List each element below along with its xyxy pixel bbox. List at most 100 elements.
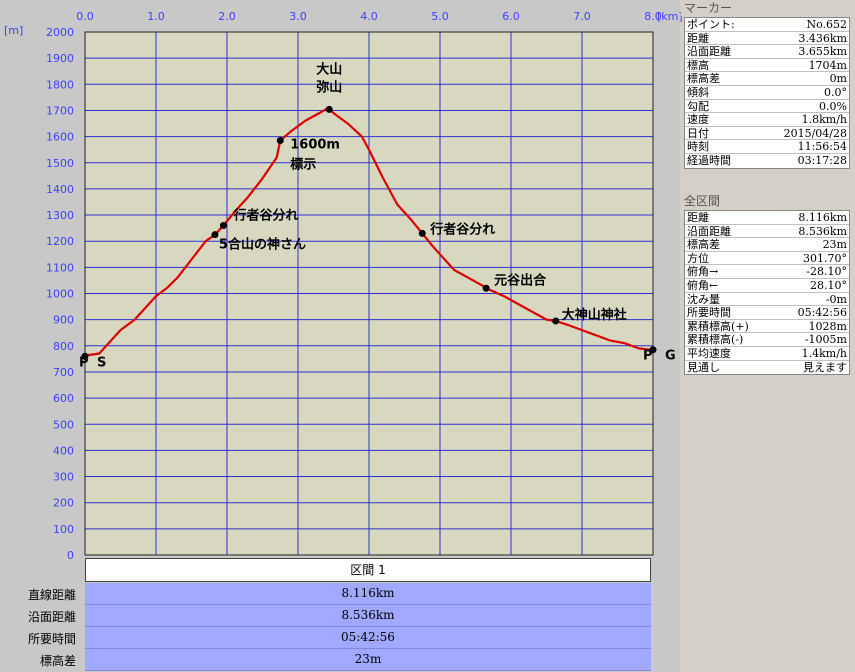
info-row: 沈み量 -0m bbox=[685, 293, 849, 307]
x-tick-label: 5.0 bbox=[431, 10, 449, 23]
annotation-label: 標示 bbox=[290, 157, 316, 173]
annotation-label: 大山 bbox=[316, 61, 342, 77]
marker-panel: ポイント: No.652 距離 3.436km 沿面距離 3.655km 標高 1704m 標高… bbox=[684, 17, 850, 169]
info-row-label: 日付 bbox=[687, 126, 709, 140]
y-tick-label: 100 bbox=[53, 523, 74, 536]
info-row: 標高 1704m bbox=[685, 59, 849, 73]
info-row: 俯角← 28.10° bbox=[685, 279, 849, 293]
annotation-label: P bbox=[79, 355, 89, 370]
y-tick-label: 1100 bbox=[46, 261, 74, 274]
info-row: ポイント: No.652 bbox=[685, 18, 849, 32]
waypoint-marker bbox=[219, 222, 227, 230]
info-row-label: 見通し bbox=[687, 360, 720, 374]
info-row: 沿面距離 8.536km bbox=[685, 225, 849, 239]
info-row-value: 1704m bbox=[808, 58, 847, 72]
info-row-value: 1.8km/h bbox=[801, 113, 847, 127]
y-tick-label: 1900 bbox=[46, 52, 74, 65]
annotation-label: P bbox=[643, 349, 653, 364]
x-axis-unit-label: [km] bbox=[657, 10, 683, 23]
x-tick-label: 2.0 bbox=[218, 10, 236, 23]
total-panel-title: 全区間 bbox=[681, 193, 855, 209]
annotation-label: 5合山の神さん bbox=[219, 237, 306, 253]
info-row-value: 0.0% bbox=[819, 99, 847, 113]
x-tick-label: 4.0 bbox=[360, 10, 378, 23]
info-row: 速度 1.8km/h bbox=[685, 113, 849, 127]
y-tick-label: 900 bbox=[53, 314, 74, 327]
info-row-label: 俯角← bbox=[687, 278, 719, 292]
info-row-label: 経過時間 bbox=[687, 153, 731, 167]
total-panel: 距離 8.116km 沿面距離 8.536km 標高差 23m 方位 301.70° 俯角→ -2… bbox=[684, 210, 850, 376]
y-tick-label: 1300 bbox=[46, 209, 74, 222]
y-tick-label: 1200 bbox=[46, 235, 74, 248]
info-row-value: 05:42:56 bbox=[797, 306, 847, 320]
info-row: 標高差 0m bbox=[685, 72, 849, 86]
info-row-value: 0m bbox=[829, 72, 847, 86]
info-row-label: 累積標高(+) bbox=[687, 319, 749, 333]
info-row-value: 2015/04/28 bbox=[783, 126, 847, 140]
info-row-value: 見えます bbox=[803, 360, 847, 374]
info-row-label: 標高差 bbox=[687, 72, 720, 86]
waypoint-marker bbox=[276, 137, 284, 145]
y-tick-label: 1700 bbox=[46, 104, 74, 117]
waypoint-marker bbox=[482, 284, 490, 292]
info-row: 累積標高(+) 1028m bbox=[685, 320, 849, 334]
annotation-label: 大神山神社 bbox=[562, 307, 627, 323]
info-row-label: 平均速度 bbox=[687, 346, 731, 360]
section-stat-label: 沿面距離 bbox=[27, 610, 76, 624]
info-row-label: 沿面距離 bbox=[687, 224, 731, 238]
y-tick-label: 400 bbox=[53, 444, 74, 457]
section-stat-value: 05:42:56 bbox=[85, 627, 651, 649]
section-selector[interactable]: 区間 1 bbox=[85, 558, 651, 582]
info-row: 経過時間 03:17:28 bbox=[685, 154, 849, 168]
waypoint-marker bbox=[418, 229, 426, 237]
info-row-value: 8.116km bbox=[798, 211, 847, 224]
annotation-label: G bbox=[665, 349, 676, 364]
info-row-value: 8.536km bbox=[798, 224, 847, 238]
info-row: 時刻 11:56:54 bbox=[685, 140, 849, 154]
y-tick-label: 200 bbox=[53, 497, 74, 510]
info-row-label: 勾配 bbox=[687, 99, 709, 113]
annotation-label: 行者谷分れ bbox=[232, 208, 298, 224]
waypoint-marker bbox=[325, 105, 333, 113]
info-row: 俯角→ -28.10° bbox=[685, 265, 849, 279]
annotation-label: 行者谷分れ bbox=[429, 221, 495, 237]
x-tick-label: 3.0 bbox=[289, 10, 307, 23]
info-row: 方位 301.70° bbox=[685, 252, 849, 266]
y-tick-label: 1800 bbox=[46, 78, 74, 91]
y-tick-label: 800 bbox=[53, 340, 74, 353]
annotation-label: S bbox=[97, 355, 106, 370]
info-row-value: 301.70° bbox=[803, 251, 847, 265]
info-row: 所要時間 05:42:56 bbox=[685, 306, 849, 320]
section-stat-label: 所要時間 bbox=[27, 632, 76, 646]
waypoint-marker bbox=[552, 317, 560, 325]
annotation-label: 1600m bbox=[290, 138, 340, 153]
info-row: 日付 2015/04/28 bbox=[685, 127, 849, 141]
info-row: 標高差 23m bbox=[685, 238, 849, 252]
x-tick-label: 0.0 bbox=[76, 10, 94, 23]
y-tick-label: 1600 bbox=[46, 131, 74, 144]
info-row-value: 23m bbox=[822, 238, 847, 252]
info-row-label: 累積標高(-) bbox=[687, 333, 744, 347]
y-tick-label: 700 bbox=[53, 366, 74, 379]
x-tick-label: 1.0 bbox=[147, 10, 165, 23]
info-row-value: -0m bbox=[825, 292, 847, 306]
info-row-value: 3.655km bbox=[798, 45, 847, 59]
info-row: 見通し 見えます bbox=[685, 361, 849, 375]
y-tick-label: 500 bbox=[53, 418, 74, 431]
y-tick-label: 1500 bbox=[46, 157, 74, 170]
info-row: 距離 3.436km bbox=[685, 32, 849, 46]
info-row: 勾配 0.0% bbox=[685, 100, 849, 114]
info-row-label: 標高 bbox=[687, 58, 709, 72]
marker-panel-title: マーカー bbox=[681, 0, 855, 16]
info-row-value: 1028m bbox=[808, 319, 847, 333]
info-row-label: 距離 bbox=[687, 211, 709, 224]
waypoint-marker bbox=[211, 231, 219, 239]
info-row-value: -28.10° bbox=[806, 265, 847, 279]
info-row-value: 28.10° bbox=[810, 278, 847, 292]
info-row-label: 標高差 bbox=[687, 238, 720, 252]
info-row-value: 3.436km bbox=[798, 31, 847, 45]
y-tick-label: 1000 bbox=[46, 288, 74, 301]
x-tick-label: 7.0 bbox=[573, 10, 591, 23]
y-tick-label: 1400 bbox=[46, 183, 74, 196]
info-row-value: 1.4km/h bbox=[801, 346, 847, 360]
